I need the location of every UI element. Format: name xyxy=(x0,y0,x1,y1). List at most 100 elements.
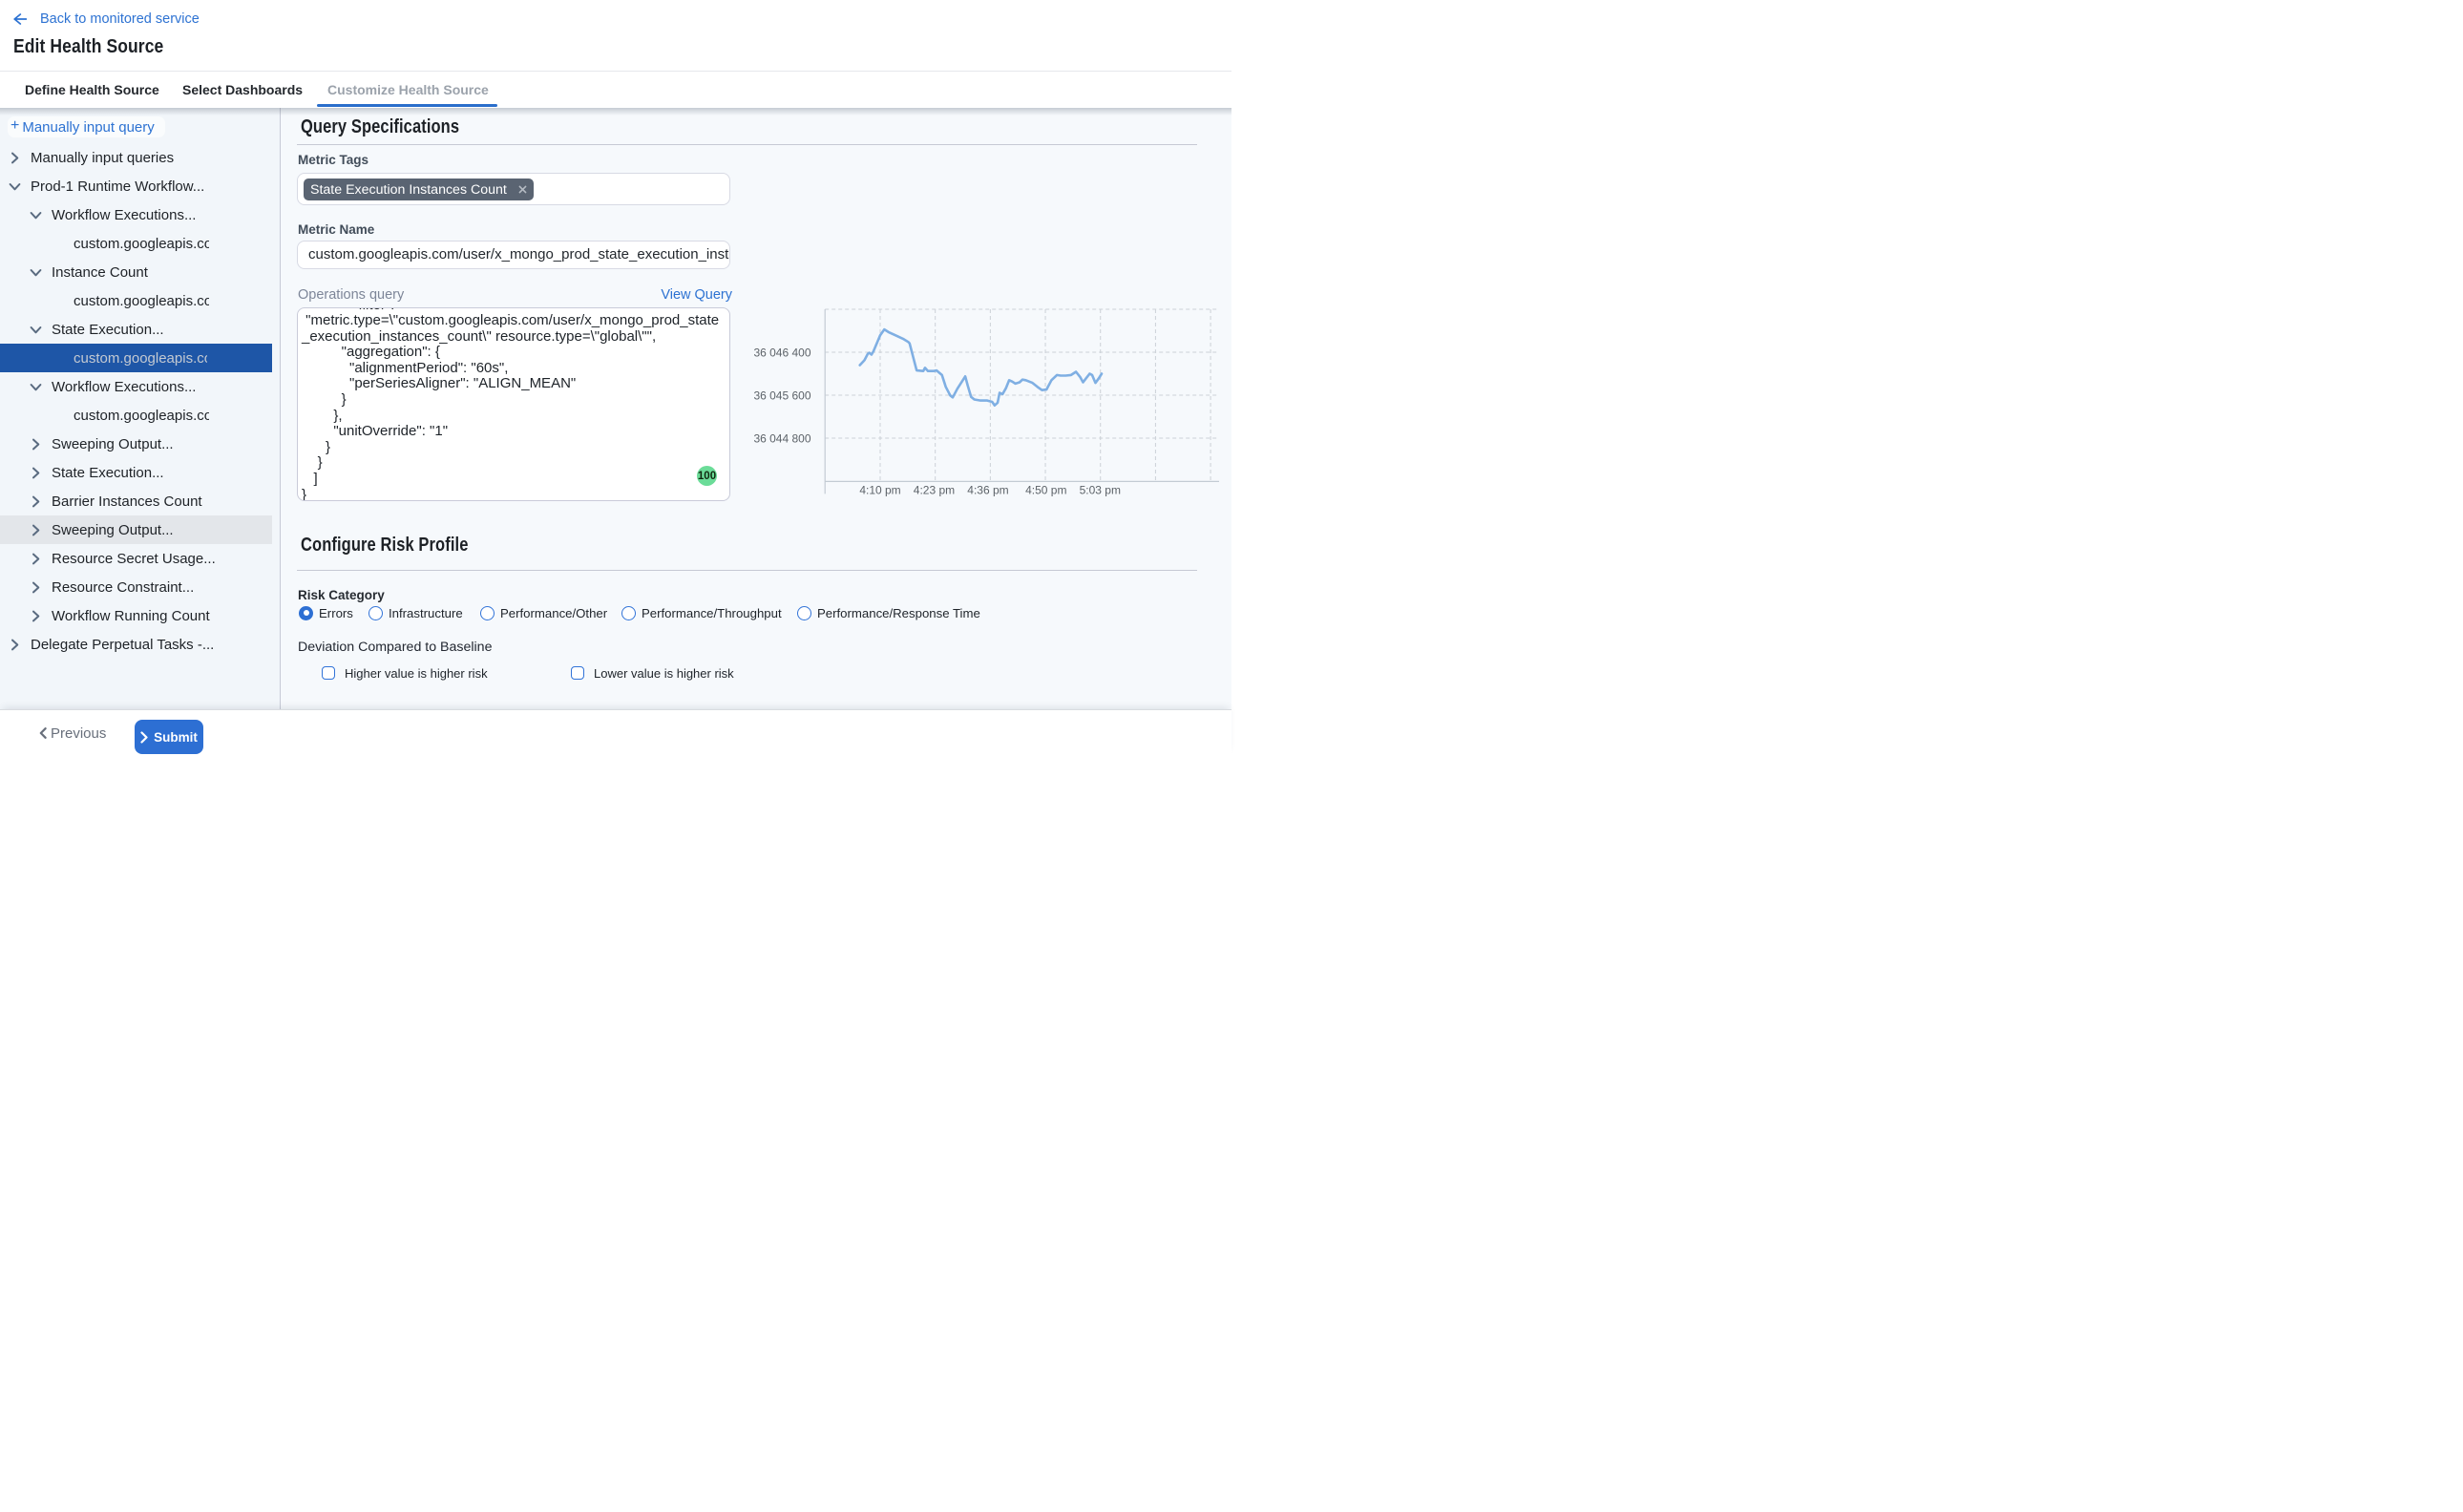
risk-category-radio-infrastructure[interactable]: Infrastructure xyxy=(368,598,463,627)
tree-item[interactable]: State Execution... xyxy=(0,315,280,344)
tree-item[interactable]: Workflow Running Count xyxy=(0,601,280,630)
view-query-link[interactable]: View Query xyxy=(661,287,732,303)
radio-label: Infrastructure xyxy=(389,606,463,620)
chevron-right-icon[interactable] xyxy=(30,438,42,451)
metric-tags-input[interactable]: State Execution Instances Count xyxy=(297,173,730,205)
tree-item[interactable]: Instance Count xyxy=(0,258,280,286)
tab-define-health-source[interactable]: Define Health Source xyxy=(25,72,159,107)
chevron-right-icon[interactable] xyxy=(30,495,42,508)
tree-item[interactable]: Barrier Instances Count xyxy=(0,487,280,515)
tree-item-label: Workflow Executions... xyxy=(52,207,216,223)
remove-tag-icon[interactable] xyxy=(518,185,527,194)
chevron-down-icon[interactable] xyxy=(30,324,42,336)
tree-item[interactable]: Workflow Executions... xyxy=(0,372,280,401)
back-to-monitored-service-link[interactable]: Back to monitored service xyxy=(13,10,200,29)
radio-label: Performance/Response Time xyxy=(817,606,980,620)
chevron-right-icon[interactable] xyxy=(30,467,42,479)
tree-item-label: State Execution... xyxy=(52,465,216,481)
metric-tag-chip[interactable]: State Execution Instances Count xyxy=(304,178,534,200)
edit-health-source-page: Back to monitored service Edit Health So… xyxy=(0,0,1232,756)
tree-item-label: Sweeping Output... xyxy=(52,522,207,538)
checkbox-label: Higher value is higher risk xyxy=(345,666,488,681)
tree-item-label: Sweeping Output... xyxy=(52,436,216,452)
plus-icon: + xyxy=(11,117,19,135)
tree-item-label: Resource Secret Usage... xyxy=(52,551,216,567)
radio-label: Performance/Other xyxy=(500,606,607,620)
tree-item[interactable]: Workflow Executions... xyxy=(0,200,280,229)
tree-item-label: custom.googleapis.com/user/x_mongo_prod_… xyxy=(74,236,209,252)
chart-x-tick-label: 5:03 pm xyxy=(1080,484,1121,497)
operations-query-label: Operations query xyxy=(298,287,404,303)
tree-item[interactable]: custom.googleapis.com/user/x_mongo_prod_… xyxy=(0,286,280,315)
metric-tags-label: Metric Tags xyxy=(298,153,368,167)
back-arrow-icon xyxy=(13,13,27,25)
tree-item-label: Workflow Running Count xyxy=(52,608,216,624)
previous-button-label: Previous xyxy=(51,725,106,742)
radio-label: Errors xyxy=(319,606,353,620)
tab-select-dashboards[interactable]: Select Dashboards xyxy=(182,72,303,107)
chart-y-tick-label: 36 044 800 xyxy=(753,432,810,446)
tree-item-label: State Execution... xyxy=(52,322,216,338)
metric-preview-chart: 36 046 400 36 045 600 36 044 800 4:10 pm 4:2… xyxy=(740,296,1232,501)
tree-item[interactable]: Resource Constraint... xyxy=(0,573,280,601)
risk-category-radio-errors[interactable]: Errors xyxy=(299,598,353,627)
metric-tag-chip-label: State Execution Instances Count xyxy=(310,182,507,198)
submit-button[interactable]: Submit xyxy=(135,720,203,754)
radio-unchecked-icon xyxy=(621,606,636,620)
risk-category-radio-performance-response-time[interactable]: Performance/Response Time xyxy=(797,598,980,627)
chart-x-tick-label: 4:10 pm xyxy=(859,484,900,497)
tree-item-label: Manually input queries xyxy=(31,150,218,166)
operations-query-textarea[interactable]: "filter": "metric.type=\"custom.googleap… xyxy=(297,307,730,501)
tree-item[interactable]: State Execution... xyxy=(0,458,280,487)
chart-y-tick-label: 36 046 400 xyxy=(753,346,810,360)
chevron-down-icon[interactable] xyxy=(9,180,21,193)
previous-button[interactable]: Previous xyxy=(39,716,106,750)
chevron-right-icon[interactable] xyxy=(30,524,42,536)
configure-risk-profile-title: Configure Risk Profile xyxy=(301,535,468,556)
tree-item[interactable]: Delegate Perpetual Tasks -... xyxy=(0,630,280,659)
chevron-right-icon[interactable] xyxy=(30,553,42,565)
add-manual-query-button[interactable]: + Manually input query xyxy=(8,116,165,137)
metric-name-value: custom.googleapis.com/user/x_mongo_prod_… xyxy=(308,242,730,270)
tree-item[interactable]: Sweeping Output... xyxy=(0,515,272,544)
deviation-checkbox-lower[interactable]: Lower value is higher risk xyxy=(571,659,734,687)
deviation-label: Deviation Compared to Baseline xyxy=(298,640,492,655)
tab-customize-health-source[interactable]: Customize Health Source xyxy=(327,72,489,107)
chevron-right-icon[interactable] xyxy=(30,610,42,622)
tree-item[interactable]: custom.googleapis.com/user/x_mongo_prod_… xyxy=(0,401,280,430)
chevron-down-icon[interactable] xyxy=(30,209,42,221)
add-manual-query-label: Manually input query xyxy=(22,119,154,136)
chevron-right-icon[interactable] xyxy=(30,581,42,594)
chart-series-line xyxy=(860,329,1102,406)
chevron-right-icon xyxy=(140,731,148,744)
tree-item[interactable]: Sweeping Output... xyxy=(0,430,280,458)
chevron-down-icon[interactable] xyxy=(30,381,42,393)
risk-category-radio-performance-throughput[interactable]: Performance/Throughput xyxy=(621,598,782,627)
chart-x-tick-label: 4:50 pm xyxy=(1025,484,1066,497)
submit-button-label: Submit xyxy=(154,730,198,745)
tree-item[interactable]: Resource Secret Usage... xyxy=(0,544,280,573)
chart-y-tick-label: 36 045 600 xyxy=(753,389,810,403)
radio-unchecked-icon xyxy=(368,606,383,620)
back-link-label: Back to monitored service xyxy=(40,11,200,27)
tree-item-label: Prod-1 Runtime Workflow... xyxy=(31,178,218,195)
active-tab-underline xyxy=(317,104,497,107)
risk-category-radio-performance-other[interactable]: Performance/Other xyxy=(480,598,607,627)
operations-query-code: "filter": "metric.type=\"custom.googleap… xyxy=(298,307,729,501)
tree-item[interactable]: custom.googleapis.com/user/x_mongo_prod_… xyxy=(0,344,272,372)
query-sidebar: + Manually input query Manually input qu… xyxy=(0,108,280,709)
content-area: + Manually input query Manually input qu… xyxy=(0,108,1232,709)
tree-item[interactable]: Manually input queries xyxy=(0,143,280,172)
deviation-checkbox-higher[interactable]: Higher value is higher risk xyxy=(322,659,488,687)
risk-category-options: Errors Infrastructure Performance/Other Per… xyxy=(281,598,1232,627)
chart-x-tick-label: 4:23 pm xyxy=(914,484,955,497)
chevron-right-icon[interactable] xyxy=(9,639,21,651)
chevron-right-icon[interactable] xyxy=(9,152,21,164)
chevron-left-icon xyxy=(39,727,47,739)
radio-checked-icon xyxy=(299,606,313,620)
chevron-down-icon[interactable] xyxy=(30,266,42,279)
tree-item[interactable]: Prod-1 Runtime Workflow... xyxy=(0,172,280,200)
tree-item[interactable]: custom.googleapis.com/user/x_mongo_prod_… xyxy=(0,229,280,258)
metric-name-input[interactable]: custom.googleapis.com/user/x_mongo_prod_… xyxy=(297,241,730,269)
tree-item-label: Delegate Perpetual Tasks -... xyxy=(31,637,218,653)
